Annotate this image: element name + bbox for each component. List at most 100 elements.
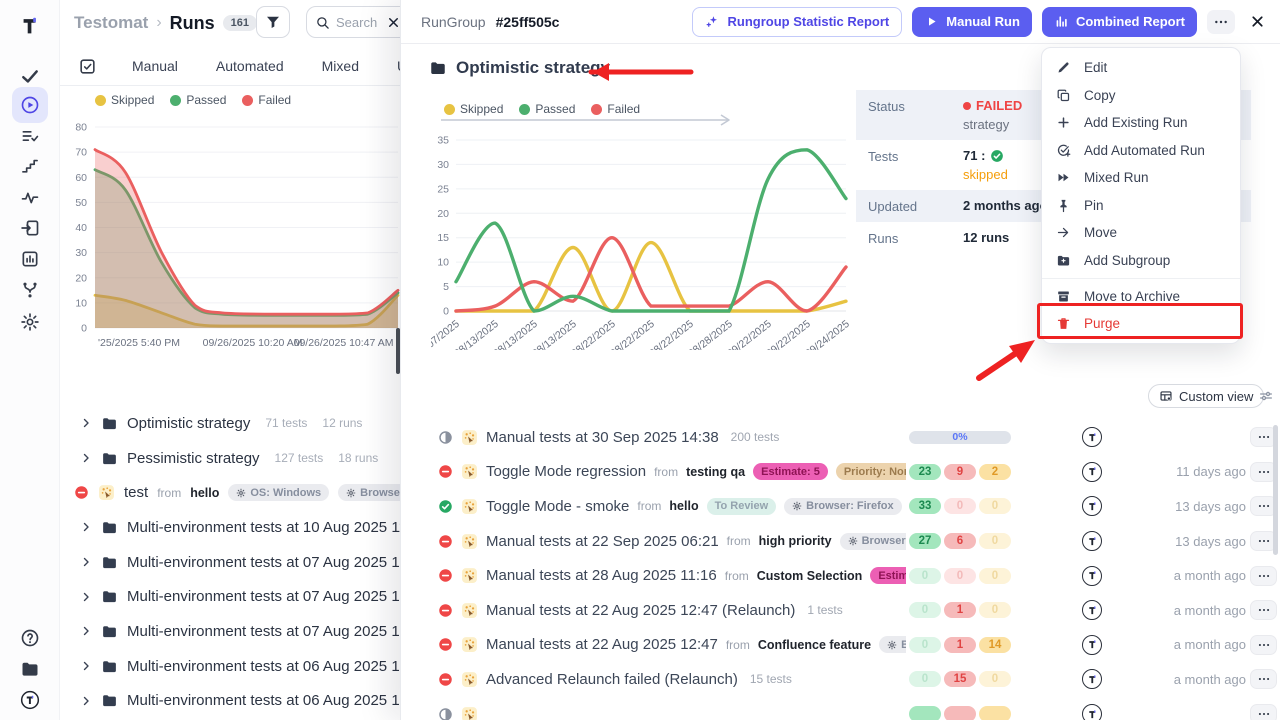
- row-menu-button[interactable]: [1250, 566, 1277, 586]
- row-menu-button[interactable]: [1250, 704, 1277, 720]
- detail-label: Tests: [868, 148, 963, 182]
- menu-item-purge[interactable]: Purge: [1042, 310, 1240, 338]
- menu-item-move[interactable]: Move: [1042, 219, 1240, 247]
- chevron-right-icon[interactable]: [80, 452, 92, 464]
- drawer-scrollbar[interactable]: [1273, 425, 1278, 555]
- menu-item-edit[interactable]: Edit: [1042, 54, 1240, 82]
- tab-automated[interactable]: Automated: [210, 54, 290, 78]
- count-yellow: 0: [979, 671, 1011, 687]
- dots-icon[interactable]: [1257, 638, 1271, 652]
- run-row[interactable]: Toggle Mode regressionfromtesting qaEsti…: [401, 455, 1280, 490]
- gear-icon: [236, 488, 246, 498]
- chev-icon: [80, 521, 92, 533]
- burst-icon: [461, 636, 478, 653]
- group-row[interactable]: Multi-environment tests at 07 Aug 2025 1…: [60, 545, 405, 580]
- run-row[interactable]: Manual tests at 22 Sep 2025 06:21fromhig…: [401, 524, 1280, 559]
- folder-plus-icon: [1056, 253, 1071, 268]
- view-sliders-icon[interactable]: [1258, 388, 1274, 404]
- count-red: [944, 706, 976, 720]
- rungroup-drawer: RunGroup #25ff505c Rungroup Statistic Re…: [400, 0, 1280, 720]
- chevron-right-icon[interactable]: [80, 695, 92, 707]
- rungroup-statistic-report-button[interactable]: Rungroup Statistic Report: [692, 7, 902, 37]
- rail-item-milestones[interactable]: [12, 148, 48, 184]
- group-row[interactable]: Multi-environment tests at 10 Aug 2025 1…: [60, 510, 405, 545]
- run-row[interactable]: Manual tests at 22 Aug 2025 12:47fromCon…: [401, 628, 1280, 663]
- group-name: Multi-environment tests at 06 Aug 2025 1…: [127, 658, 405, 675]
- run-row[interactable]: Manual tests at 28 Aug 2025 11:16fromCus…: [401, 558, 1280, 593]
- tab-manual[interactable]: Manual: [126, 54, 184, 78]
- menu-item-pin[interactable]: Pin: [1042, 192, 1240, 220]
- search-clear-icon[interactable]: [386, 15, 401, 30]
- select-runs-icon[interactable]: [74, 53, 100, 79]
- branch-icon: [20, 280, 40, 300]
- group-row[interactable]: Optimistic strategy71 tests12 runs: [60, 406, 405, 441]
- menu-item-move-to-archive[interactable]: Move to Archive: [1042, 278, 1240, 310]
- chevron-right-icon[interactable]: [80, 417, 92, 429]
- row-menu-button[interactable]: [1250, 635, 1277, 655]
- folder-icon: [20, 659, 40, 679]
- run-row[interactable]: Manual tests at 30 Sep 2025 14:38200 tes…: [401, 420, 1280, 455]
- gear-icon: [887, 640, 897, 650]
- burst-icon: [98, 484, 115, 501]
- breadcrumb-app[interactable]: Testomat: [74, 13, 148, 33]
- custom-view-button[interactable]: Custom view: [1148, 384, 1264, 408]
- search-input[interactable]: [336, 15, 380, 30]
- dots-icon[interactable]: [1257, 499, 1271, 513]
- row-menu-button[interactable]: [1250, 600, 1277, 620]
- menu-item-add-subgroup[interactable]: Add Subgroup: [1042, 247, 1240, 275]
- run-row[interactable]: Toggle Mode - smokefromhelloTo ReviewBro…: [401, 489, 1280, 524]
- run-title: Manual tests at 22 Sep 2025 06:21: [486, 533, 719, 550]
- dots-icon[interactable]: [1257, 672, 1271, 686]
- chevron-right-icon[interactable]: [80, 591, 92, 603]
- dots-icon[interactable]: [1257, 534, 1271, 548]
- close-icon[interactable]: [1249, 13, 1266, 30]
- filter-button[interactable]: [256, 6, 290, 38]
- tab-mixed[interactable]: Mixed: [316, 54, 365, 78]
- x-icon[interactable]: [386, 15, 401, 30]
- svg-text:09/22/2025: 09/22/2025: [725, 318, 774, 350]
- dots-icon[interactable]: [1257, 569, 1271, 583]
- combined-report-button[interactable]: Combined Report: [1042, 7, 1197, 37]
- menu-item-add-automated-run[interactable]: Add Automated Run: [1042, 137, 1240, 165]
- menu-item-mixed-run[interactable]: Mixed Run: [1042, 164, 1240, 192]
- group-row[interactable]: Pessimistic strategy127 tests18 runs: [60, 441, 405, 476]
- chevron-right-icon[interactable]: [80, 556, 92, 568]
- chevron-right-icon[interactable]: [80, 521, 92, 533]
- menu-item-add-existing-run[interactable]: Add Existing Run: [1042, 109, 1240, 137]
- dots-icon[interactable]: [1257, 430, 1271, 444]
- run-row[interactable]: Manual tests at 22 Aug 2025 12:47 (Relau…: [401, 593, 1280, 628]
- burst-icon: [461, 602, 478, 619]
- x-icon[interactable]: [1249, 13, 1266, 30]
- menu-item-copy[interactable]: Copy: [1042, 82, 1240, 110]
- group-row[interactable]: Multi-environment tests at 06 Aug 2025 1…: [60, 649, 405, 684]
- row-menu-button[interactable]: [1250, 669, 1277, 689]
- app-logo[interactable]: [12, 8, 48, 44]
- chev-icon: [80, 556, 92, 568]
- chevron-right-icon[interactable]: [80, 660, 92, 672]
- search-box[interactable]: [306, 6, 412, 38]
- count-green: 0: [909, 637, 941, 653]
- folder-icon: [101, 588, 118, 605]
- run-row[interactable]: testfromhelloOS: WindowsBrowser: Chrome: [60, 475, 405, 510]
- sliders-icon[interactable]: [1258, 388, 1274, 404]
- from-label: from: [727, 534, 751, 548]
- run-row[interactable]: Advanced Relaunch failed (Relaunch)15 te…: [401, 662, 1280, 697]
- pending-status-icon: [438, 430, 453, 445]
- chev-icon: [80, 660, 92, 672]
- group-row[interactable]: Multi-environment tests at 06 Aug 2025 1…: [60, 684, 405, 719]
- run-row[interactable]: [401, 697, 1280, 720]
- svg-text:08/22/2025: 08/22/2025: [647, 318, 696, 350]
- dots-icon[interactable]: [1257, 707, 1271, 720]
- rail-item-settings[interactable]: [12, 304, 48, 340]
- svg-text:30: 30: [75, 247, 87, 259]
- chevron-right-icon[interactable]: [80, 625, 92, 637]
- more-actions-button[interactable]: [1207, 10, 1235, 34]
- rail-item-account[interactable]: [12, 682, 48, 718]
- dots-icon[interactable]: [1257, 465, 1271, 479]
- annotation-arrow-purge: [967, 330, 1051, 386]
- rail-item-branches[interactable]: [12, 272, 48, 308]
- manual-run-button[interactable]: Manual Run: [912, 7, 1032, 37]
- dots-icon[interactable]: [1257, 603, 1271, 617]
- group-row[interactable]: Multi-environment tests at 07 Aug 2025 1…: [60, 579, 405, 614]
- group-row[interactable]: Multi-environment tests at 07 Aug 2025 1…: [60, 614, 405, 649]
